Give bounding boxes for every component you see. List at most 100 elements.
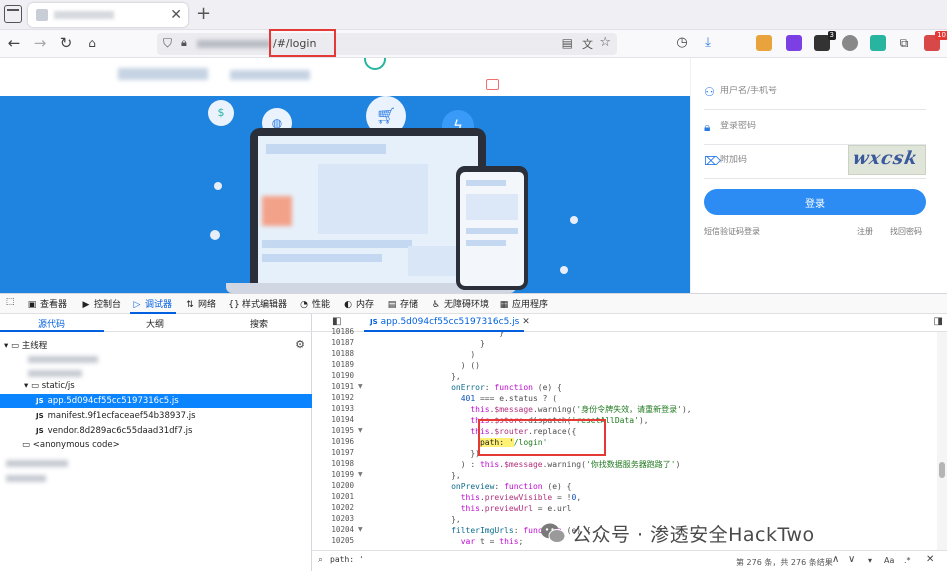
extension-red-icon[interactable]: 10 — [924, 31, 947, 51]
fold-toggle-icon[interactable]: ▼ — [358, 383, 363, 390]
code-view[interactable]: } } ) ) () }, onError: function (e) { 40… — [374, 332, 934, 550]
tree-main-thread[interactable]: ▾ ▭ 主线程 — [0, 339, 312, 353]
match-case-toggle[interactable]: Aa — [884, 556, 894, 565]
tab-performance[interactable]: ◔ 性能 — [298, 297, 330, 310]
money-bubble-icon: $ — [208, 100, 234, 126]
forward-arrow-icon[interactable]: → — [30, 33, 50, 53]
editor-scrollbar[interactable] — [937, 332, 947, 550]
extension-purple-icon[interactable] — [786, 35, 802, 51]
fold-toggle-icon[interactable]: ▼ — [358, 427, 363, 434]
line-number[interactable]: 10192 — [316, 393, 354, 402]
lock-icon[interactable]: 🔒︎ — [181, 36, 187, 50]
tab-style-editor[interactable]: {} 样式编辑器 — [228, 297, 287, 310]
line-number[interactable]: 10190 — [316, 371, 354, 380]
line-number[interactable]: 10199 — [316, 470, 354, 479]
line-number[interactable]: 10187 — [316, 338, 354, 347]
forgot-password-link[interactable]: 找回密码 — [890, 226, 922, 237]
line-number[interactable]: 10201 — [316, 492, 354, 501]
subtab-sources[interactable]: 源代码 — [38, 317, 65, 330]
line-number[interactable]: 10196 — [316, 437, 354, 446]
url-host-blurred — [197, 40, 271, 48]
browser-tab-active[interactable]: ✕ — [28, 3, 188, 27]
subtab-search[interactable]: 搜索 — [250, 317, 268, 330]
code-line: 401 === e.status ? ( — [460, 394, 558, 403]
line-number[interactable]: 10193 — [316, 404, 354, 413]
search-input[interactable] — [330, 555, 530, 564]
tab-overview-icon[interactable] — [4, 5, 22, 23]
tab-debugger[interactable]: ▷ 调试器 — [131, 297, 172, 310]
translate-icon[interactable]: 文 — [582, 36, 593, 52]
username-field[interactable]: ⚇ — [704, 76, 926, 110]
password-field[interactable]: 🔒︎ — [704, 111, 926, 145]
username-input[interactable] — [720, 86, 840, 96]
login-button[interactable]: 登录 — [704, 189, 926, 215]
close-search-icon[interactable]: ✕ — [926, 554, 934, 565]
tree-folder-static-js[interactable]: ▾ ▭ static/js — [0, 379, 312, 393]
tab-inspector[interactable]: ▣ 查看器 — [26, 297, 67, 310]
reload-icon[interactable]: ↻ — [56, 33, 76, 53]
back-arrow-icon[interactable]: ← — [4, 33, 24, 53]
tab-storage[interactable]: ▤ 存储 — [386, 297, 418, 310]
tree-file-manifest-js[interactable]: JS manifest.9f1ecfaceaef54b38937.js — [0, 409, 312, 423]
next-result-icon[interactable]: ∨ — [848, 554, 855, 565]
tab-application[interactable]: ▦ 应用程序 — [498, 297, 548, 310]
pick-element-icon[interactable]: ⬚ — [4, 297, 18, 307]
fold-toggle-icon[interactable]: ▼ — [358, 471, 363, 478]
subtab-outline[interactable]: 大纲 — [146, 317, 164, 330]
settings-gear-icon[interactable]: ⚙ — [295, 338, 305, 351]
tree-host-blurred — [28, 356, 98, 363]
captcha-image[interactable]: wxcsk — [848, 145, 926, 175]
line-number[interactable]: 10186 — [316, 327, 354, 336]
line-number[interactable]: 10194 — [316, 415, 354, 424]
tab-accessibility[interactable]: ♿︎ 无障碍环境 — [430, 297, 489, 310]
line-number[interactable]: 10188 — [316, 349, 354, 358]
register-link[interactable]: 注册 — [857, 226, 873, 237]
code-line: }, — [374, 372, 461, 381]
line-number[interactable]: 10191 — [316, 382, 354, 391]
close-tab-icon[interactable]: ✕ — [170, 7, 182, 23]
fold-toggle-icon[interactable]: ▼ — [358, 526, 363, 533]
tree-anonymous-code[interactable]: ▭ <anonymous code> — [0, 438, 312, 452]
extension-black-icon[interactable]: 3 — [814, 31, 836, 51]
password-input[interactable] — [720, 121, 840, 131]
line-number[interactable]: 10202 — [316, 503, 354, 512]
tree-file-vendor-js[interactable]: JS vendor.8d289ac6c55daad31df7.js — [0, 424, 312, 438]
close-file-icon[interactable]: ✕ — [522, 317, 530, 327]
scrollbar-thumb[interactable] — [939, 462, 945, 478]
extensions-puzzle-icon[interactable]: ⧉ — [894, 33, 914, 53]
extension-green-icon[interactable] — [870, 35, 886, 51]
line-number[interactable]: 10195 — [316, 426, 354, 435]
line-number[interactable]: 10197 — [316, 448, 354, 457]
tree-item-blurred — [6, 460, 68, 467]
tracking-shield-icon[interactable]: ⛉ — [163, 36, 172, 51]
reader-view-icon[interactable]: ▤ — [562, 36, 573, 50]
bookmark-star-icon[interactable]: ☆ — [599, 35, 611, 50]
extension-fox-icon[interactable] — [756, 35, 772, 51]
tree-host-blurred — [28, 370, 82, 377]
captcha-input[interactable] — [720, 155, 840, 165]
home-icon[interactable]: ⌂ — [82, 33, 102, 53]
tab-network[interactable]: ⇅ 网络 — [184, 297, 216, 310]
new-tab-button[interactable]: + — [196, 4, 211, 24]
toggle-sources-icon[interactable]: ◧ — [332, 316, 341, 327]
tab-memory[interactable]: ◐ 内存 — [342, 297, 374, 310]
line-number[interactable]: 10200 — [316, 481, 354, 490]
editor-file-tab[interactable]: JS app.5d094cf55cc5197316c5.js ✕ — [370, 317, 530, 327]
line-number[interactable]: 10198 — [316, 459, 354, 468]
sms-login-link[interactable]: 短信验证码登录 — [704, 226, 760, 237]
line-number[interactable]: 10205 — [316, 536, 354, 545]
line-number[interactable]: 10203 — [316, 514, 354, 523]
tab-console[interactable]: ▶ 控制台 — [80, 297, 121, 310]
address-bar[interactable]: ⛉ 🔒︎ /#/login ▤ 文 ☆ — [157, 29, 617, 57]
tree-file-app-js[interactable]: JS app.5d094cf55cc5197316c5.js — [0, 394, 312, 408]
line-number[interactable]: 10204 — [316, 525, 354, 534]
history-clock-icon[interactable]: ◷ — [672, 33, 692, 53]
regex-toggle[interactable]: .* — [904, 556, 911, 565]
line-number[interactable]: 10189 — [316, 360, 354, 369]
toggle-sidebar-icon[interactable]: ◨ — [934, 316, 943, 327]
downloads-icon[interactable]: ⤓ — [698, 33, 718, 53]
captcha-field[interactable]: ⌦ wxcsk — [704, 145, 926, 179]
prev-result-icon[interactable]: ∧ — [832, 554, 839, 565]
extension-hat-icon[interactable] — [842, 35, 858, 51]
whole-word-toggle[interactable]: ▾ — [868, 556, 872, 565]
